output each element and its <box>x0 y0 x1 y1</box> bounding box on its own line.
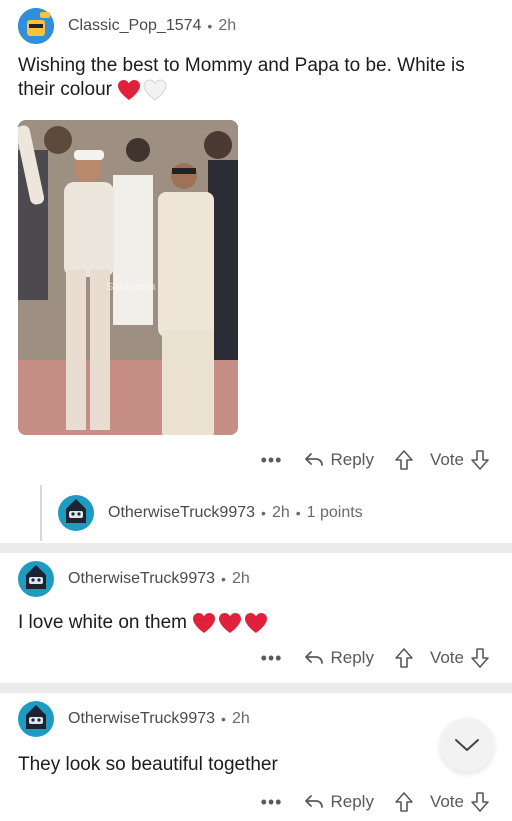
comment-text: I love white on them <box>18 612 187 633</box>
user-avatar[interactable] <box>18 8 54 44</box>
emoji-group <box>192 612 268 634</box>
comment-body: I love white on them <box>18 611 494 635</box>
comment-header: OtherwiseTruck9973 • 2h <box>18 693 494 745</box>
comment: OtherwiseTruck9973 • 2h They look so bea… <box>0 693 512 821</box>
user-avatar[interactable] <box>58 495 94 531</box>
user-avatar[interactable] <box>18 701 54 737</box>
comment-body: They look so beautiful together <box>18 753 494 777</box>
downvote-arrow-icon[interactable] <box>470 647 490 669</box>
more-options-button[interactable]: ••• <box>261 792 283 813</box>
comment: Classic_Pop_1574 • 2h Wishing the best t… <box>0 0 512 541</box>
snoo-avatar-icon <box>18 561 54 597</box>
reply-arrow-icon <box>305 795 324 808</box>
timestamp: 2h <box>218 17 237 34</box>
downvote-arrow-icon[interactable] <box>470 791 490 813</box>
reply-arrow-icon <box>305 651 324 664</box>
vote-control: Vote <box>394 791 490 813</box>
username[interactable]: OtherwiseTruck9973 <box>68 570 215 588</box>
reply-label: Reply <box>330 792 374 811</box>
separator-dot: • <box>221 571 226 587</box>
vote-control: Vote <box>394 449 490 471</box>
vote-label: Vote <box>429 792 464 811</box>
username[interactable]: OtherwiseTruck9973 <box>108 504 255 522</box>
scroll-down-button[interactable] <box>440 718 494 772</box>
reply-arrow-icon <box>305 453 324 466</box>
comment-text: Wishing the best to Mommy and Papa to be… <box>18 55 465 100</box>
separator-dot: • <box>261 505 266 521</box>
username[interactable]: OtherwiseTruck9973 <box>68 710 215 728</box>
red-heart-icon <box>117 79 141 101</box>
timestamp: 2h <box>271 504 290 521</box>
snoo-avatar-icon <box>58 495 94 531</box>
vote-label: Vote <box>429 648 464 667</box>
comment-body: Wishing the best to Mommy and Papa to be… <box>18 54 494 102</box>
reply-button[interactable]: Reply <box>304 648 374 668</box>
points-count: 1 points <box>306 504 363 521</box>
chevron-down-icon <box>455 739 479 751</box>
comment-actions: ••• Reply Vote <box>18 441 494 479</box>
timestamp: 2h <box>231 570 250 587</box>
comment-image[interactable]: Sahmedia <box>18 120 238 435</box>
more-options-button[interactable]: ••• <box>261 450 283 471</box>
username[interactable]: Classic_Pop_1574 <box>68 17 201 35</box>
comment-actions: ••• Reply Vote <box>18 639 494 677</box>
red-heart-icon <box>192 612 216 634</box>
comment: OtherwiseTruck9973 • 2h I love white on … <box>0 553 512 683</box>
red-heart-icon <box>218 612 242 634</box>
upvote-arrow-icon[interactable] <box>394 647 414 669</box>
downvote-arrow-icon[interactable] <box>470 449 490 471</box>
reply-label: Reply <box>330 648 374 667</box>
comment-divider <box>0 683 512 693</box>
couple-photo-illustration: Sahmedia <box>18 120 238 435</box>
separator-dot: • <box>221 711 226 727</box>
comment-text: They look so beautiful together <box>18 754 278 775</box>
upvote-arrow-icon[interactable] <box>394 791 414 813</box>
separator-dot: • <box>295 505 301 521</box>
user-avatar[interactable] <box>18 561 54 597</box>
white-heart-icon <box>143 79 167 101</box>
timestamp: 2h <box>231 710 250 727</box>
comment-header: Classic_Pop_1574 • 2h <box>18 0 494 52</box>
red-heart-icon <box>244 612 268 634</box>
collapsed-reply[interactable]: OtherwiseTruck9973 • 2h • 1 points <box>40 485 494 541</box>
snoo-avatar-icon <box>18 8 54 44</box>
more-options-button[interactable]: ••• <box>261 648 283 669</box>
vote-label: Vote <box>429 450 464 469</box>
comment-header: OtherwiseTruck9973 • 2h <box>18 553 494 605</box>
reply-button[interactable]: Reply <box>304 792 374 812</box>
comment-actions: ••• Reply Vote <box>18 783 494 821</box>
comment-divider <box>0 543 512 553</box>
vote-control: Vote <box>394 647 490 669</box>
separator-dot: • <box>207 18 213 34</box>
snoo-avatar-icon <box>18 701 54 737</box>
emoji-group <box>117 79 167 101</box>
reply-label: Reply <box>330 450 374 469</box>
upvote-arrow-icon[interactable] <box>394 449 414 471</box>
watermark: Sahmedia <box>106 281 156 293</box>
reply-button[interactable]: Reply <box>304 450 374 470</box>
